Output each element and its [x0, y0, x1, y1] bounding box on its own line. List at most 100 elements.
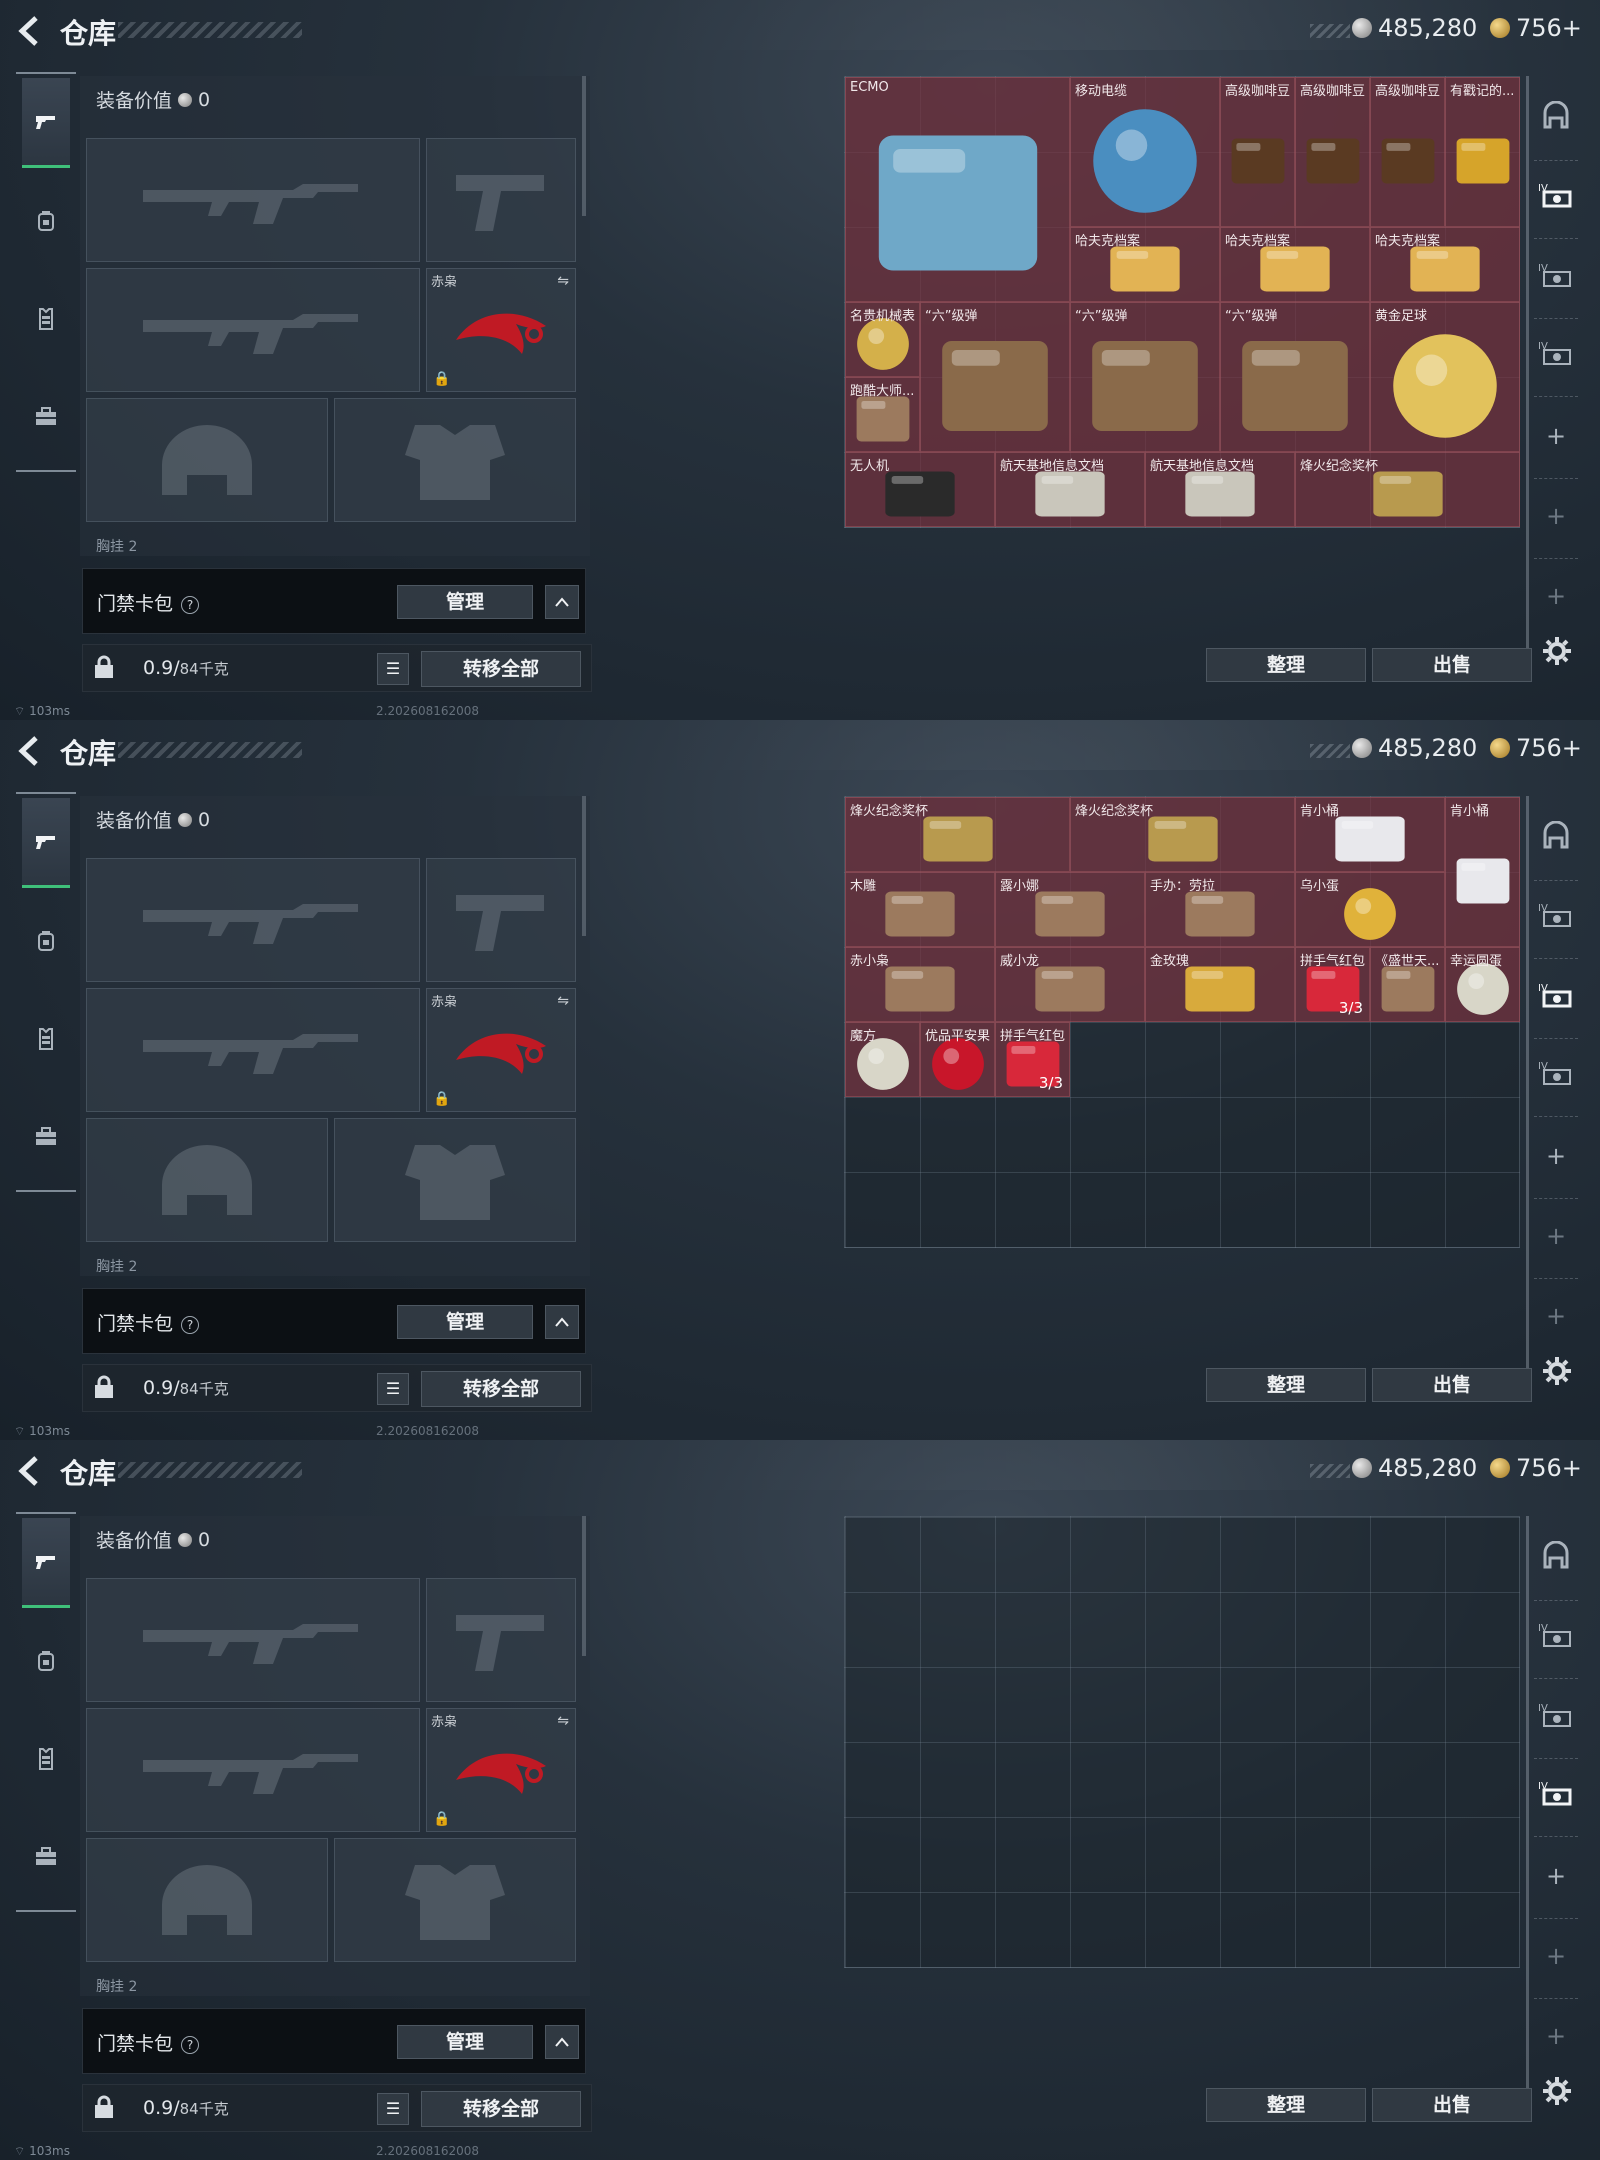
storage-home-tab[interactable]	[1536, 1538, 1576, 1578]
help-icon[interactable]: ?	[181, 595, 200, 614]
nav-weapons[interactable]	[22, 1518, 70, 1608]
storage-box-tab[interactable]: IV	[1536, 1696, 1576, 1736]
inventory-item[interactable]: 哈夫克档案	[1370, 227, 1520, 302]
armor-slot[interactable]	[334, 1118, 576, 1242]
nav-weapons[interactable]	[22, 798, 70, 888]
add-storage-tab[interactable]: +	[1536, 1856, 1576, 1896]
helmet-slot[interactable]	[86, 398, 328, 522]
transfer-all-button[interactable]: 转移全部	[421, 2091, 581, 2127]
back-arrow-icon[interactable]	[14, 14, 48, 48]
pistol-slot[interactable]	[426, 1578, 576, 1702]
storage-box-tab[interactable]: IV	[1536, 1054, 1576, 1094]
nav-backpack[interactable]	[22, 1616, 70, 1706]
inventory-item[interactable]: ECMO	[845, 77, 1070, 302]
nav-vest[interactable]	[22, 1714, 70, 1804]
secondary-weapon-slot[interactable]	[86, 268, 420, 392]
inventory-item[interactable]: 露小娜	[995, 872, 1145, 947]
list-icon[interactable]: ☰	[377, 1373, 409, 1405]
settings-gear-icon[interactable]	[1542, 1356, 1574, 1388]
inventory-item[interactable]: 赤小枭	[845, 947, 995, 1022]
primary-weapon-slot[interactable]	[86, 138, 420, 262]
nav-case[interactable]	[22, 372, 70, 462]
storage-grid[interactable]: ECMO 移动电缆 高级咖啡豆 高级咖啡豆 高级咖啡豆 有戳记的... 哈夫克档案 哈夫克档案…	[844, 76, 1520, 528]
back-arrow-icon[interactable]	[14, 1454, 48, 1488]
inventory-item[interactable]: “六”级弹	[1070, 302, 1220, 452]
inventory-item[interactable]: 乌小蛋	[1295, 872, 1445, 947]
swap-icon[interactable]: ⇋	[557, 1713, 569, 1729]
list-icon[interactable]: ☰	[377, 653, 409, 685]
back-arrow-icon[interactable]	[14, 734, 48, 768]
inventory-item[interactable]: 有戳记的...	[1445, 77, 1520, 227]
storage-box-tab[interactable]: IV	[1536, 1616, 1576, 1656]
inventory-item[interactable]: 魔方	[845, 1022, 920, 1097]
swap-icon[interactable]: ⇋	[557, 993, 569, 1009]
primary-weapon-slot[interactable]	[86, 858, 420, 982]
primary-weapon-slot[interactable]	[86, 1578, 420, 1702]
inventory-item[interactable]: 烽火纪念奖杯	[1295, 452, 1520, 527]
chevron-up-icon[interactable]	[545, 1305, 579, 1339]
inventory-item[interactable]: 幸运圆蛋	[1445, 947, 1520, 1022]
add-storage-tab[interactable]: +	[1536, 1216, 1576, 1256]
secondary-weapon-slot[interactable]	[86, 1708, 420, 1832]
inventory-item[interactable]: 航天基地信息文档	[1145, 452, 1295, 527]
inventory-item[interactable]: 优品平安果	[920, 1022, 995, 1097]
swap-icon[interactable]: ⇋	[557, 273, 569, 289]
list-icon[interactable]: ☰	[377, 2093, 409, 2125]
inventory-item[interactable]: 无人机	[845, 452, 995, 527]
nav-case[interactable]	[22, 1092, 70, 1182]
storage-box-tab[interactable]: IV	[1536, 256, 1576, 296]
nav-backpack[interactable]	[22, 176, 70, 266]
inventory-item[interactable]: 拼手气红包 3/3	[1295, 947, 1370, 1022]
add-storage-tab[interactable]: +	[1536, 2016, 1576, 2056]
nav-vest[interactable]	[22, 994, 70, 1084]
inventory-item[interactable]: 木雕	[845, 872, 995, 947]
storage-home-tab[interactable]	[1536, 818, 1576, 858]
manage-button[interactable]: 管理	[397, 2025, 533, 2059]
add-storage-tab[interactable]: +	[1536, 496, 1576, 536]
settings-gear-icon[interactable]	[1542, 2076, 1574, 2108]
add-storage-tab[interactable]: +	[1536, 1296, 1576, 1336]
organize-button[interactable]: 整理	[1206, 648, 1366, 682]
inventory-item[interactable]: 烽火纪念奖杯	[845, 797, 1070, 872]
storage-box-tab[interactable]: IV	[1536, 1774, 1576, 1814]
nav-vest[interactable]	[22, 274, 70, 364]
inventory-item[interactable]: 肯小桶	[1445, 797, 1520, 947]
helmet-slot[interactable]	[86, 1118, 328, 1242]
chevron-up-icon[interactable]	[545, 2025, 579, 2059]
organize-button[interactable]: 整理	[1206, 1368, 1366, 1402]
add-storage-tab[interactable]: +	[1536, 1936, 1576, 1976]
pistol-slot[interactable]	[426, 138, 576, 262]
inventory-item[interactable]: 手办：劳拉	[1145, 872, 1295, 947]
inventory-item[interactable]: 金玫瑰	[1145, 947, 1295, 1022]
add-storage-tab[interactable]: +	[1536, 1136, 1576, 1176]
add-storage-tab[interactable]: +	[1536, 576, 1576, 616]
nav-case[interactable]	[22, 1812, 70, 1902]
inventory-item[interactable]: 名贵机械表	[845, 302, 920, 377]
inventory-item[interactable]: 高级咖啡豆	[1295, 77, 1370, 227]
melee-slot[interactable]: 赤枭 ⇋ 🔒	[426, 1708, 576, 1832]
sell-button[interactable]: 出售	[1372, 1368, 1532, 1402]
inventory-item[interactable]: “六”级弹	[920, 302, 1070, 452]
inventory-item[interactable]: 肯小桶	[1295, 797, 1445, 872]
inventory-item[interactable]: “六”级弹	[1220, 302, 1370, 452]
pistol-slot[interactable]	[426, 858, 576, 982]
sell-button[interactable]: 出售	[1372, 648, 1532, 682]
help-icon[interactable]: ?	[181, 2035, 200, 2054]
manage-button[interactable]: 管理	[397, 585, 533, 619]
nav-backpack[interactable]	[22, 896, 70, 986]
helmet-slot[interactable]	[86, 1838, 328, 1962]
transfer-all-button[interactable]: 转移全部	[421, 1371, 581, 1407]
add-storage-tab[interactable]: +	[1536, 416, 1576, 456]
melee-slot[interactable]: 赤枭 ⇋ 🔒	[426, 268, 576, 392]
storage-box-tab[interactable]: IV	[1536, 334, 1576, 374]
equipment-scrollbar[interactable]	[582, 1516, 586, 1656]
armor-slot[interactable]	[334, 398, 576, 522]
settings-gear-icon[interactable]	[1542, 636, 1574, 668]
inventory-item[interactable]: 黄金足球	[1370, 302, 1520, 452]
equipment-scrollbar[interactable]	[582, 796, 586, 936]
secondary-weapon-slot[interactable]	[86, 988, 420, 1112]
melee-slot[interactable]: 赤枭 ⇋ 🔒	[426, 988, 576, 1112]
inventory-item[interactable]: 移动电缆	[1070, 77, 1220, 227]
inventory-item[interactable]: 跑酷大师...	[845, 377, 920, 452]
storage-box-tab[interactable]: IV	[1536, 176, 1576, 216]
